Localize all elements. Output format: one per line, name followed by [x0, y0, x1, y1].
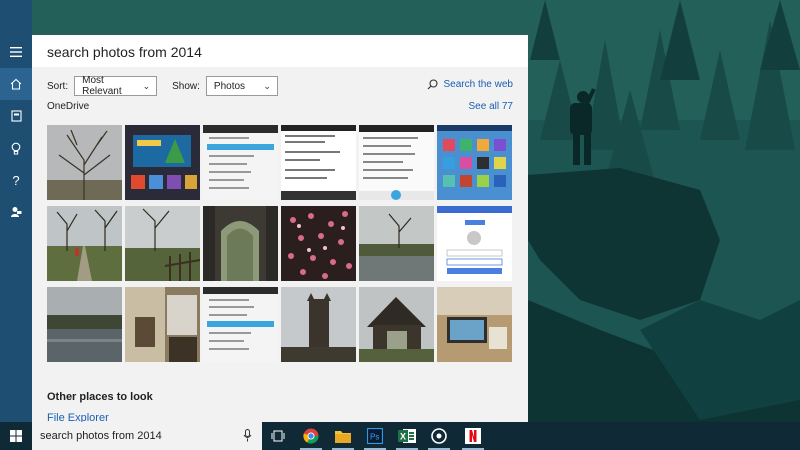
help-icon[interactable]: ?: [0, 164, 32, 196]
photo-thumbnail[interactable]: [437, 206, 512, 281]
task-view-icon[interactable]: [263, 425, 293, 447]
filter-controls: Sort: Most Relevant ⌄ Show: Photos ⌄: [47, 75, 278, 97]
search-web-link[interactable]: Search the web: [427, 79, 514, 90]
taskbar-search-box[interactable]: search photos from 2014: [32, 422, 262, 450]
search-query-title: search photos from 2014: [32, 35, 528, 67]
chevron-down-icon: ⌄: [142, 80, 151, 91]
results-section-header: OneDrive See all 77: [47, 101, 513, 112]
start-button[interactable]: [0, 422, 32, 450]
photo-thumbnail[interactable]: [437, 125, 512, 200]
photo-thumbnail[interactable]: [359, 125, 434, 200]
chevron-down-icon: ⌄: [263, 80, 271, 91]
photo-thumbnail[interactable]: [203, 287, 278, 362]
netflix-icon[interactable]: [458, 425, 488, 450]
photo-thumbnail[interactable]: [281, 125, 356, 200]
home-icon[interactable]: [0, 68, 32, 100]
sort-value: Most Relevant: [82, 75, 122, 97]
groove-music-icon[interactable]: [424, 425, 454, 450]
photo-thumbnail[interactable]: [203, 125, 278, 200]
sort-dropdown[interactable]: Most Relevant ⌄: [74, 75, 158, 97]
sort-label: Sort:: [47, 80, 69, 92]
photo-thumbnail[interactable]: [203, 206, 278, 281]
photo-thumbnail[interactable]: [359, 287, 434, 362]
photo-thumbnail[interactable]: [125, 125, 200, 200]
lightbulb-icon[interactable]: [0, 132, 32, 164]
hamburger-menu-icon[interactable]: [0, 36, 32, 68]
photo-thumbnail[interactable]: [47, 206, 122, 281]
show-dropdown[interactable]: Photos ⌄: [205, 76, 278, 96]
photo-thumbnail[interactable]: [281, 287, 356, 362]
search-icon: [427, 79, 438, 90]
onedrive-heading: OneDrive: [47, 101, 90, 112]
search-results-panel: search photos from 2014 Sort: Most Relev…: [32, 35, 528, 424]
taskbar-search-text: search photos from 2014: [40, 430, 162, 442]
svg-text:X: X: [400, 432, 406, 442]
photo-thumbnail[interactable]: [125, 206, 200, 281]
other-places-heading: Other places to look: [47, 391, 153, 403]
svg-text:Ps: Ps: [370, 433, 379, 442]
photoshop-icon[interactable]: Ps: [360, 425, 390, 450]
file-explorer-icon[interactable]: [328, 425, 358, 450]
photo-thumbnail[interactable]: [281, 206, 356, 281]
search-web-label: Search the web: [443, 79, 514, 90]
photo-grid: [47, 125, 512, 363]
show-value: Photos: [213, 80, 246, 92]
microphone-icon[interactable]: [243, 429, 252, 442]
cortana-rail: ?: [0, 0, 32, 422]
feedback-icon[interactable]: [0, 196, 32, 228]
excel-icon[interactable]: X: [392, 425, 422, 450]
photo-thumbnail[interactable]: [125, 287, 200, 362]
photo-thumbnail[interactable]: [47, 125, 122, 200]
windows-logo-icon: [10, 430, 22, 442]
see-all-link[interactable]: See all 77: [469, 101, 513, 112]
photo-thumbnail[interactable]: [437, 287, 512, 362]
taskbar: search photos from 2014 Ps X: [0, 422, 800, 450]
notebook-icon[interactable]: [0, 100, 32, 132]
chrome-icon[interactable]: [296, 425, 326, 450]
photo-thumbnail[interactable]: [47, 287, 122, 362]
show-label: Show:: [172, 80, 200, 92]
photo-thumbnail[interactable]: [359, 206, 434, 281]
